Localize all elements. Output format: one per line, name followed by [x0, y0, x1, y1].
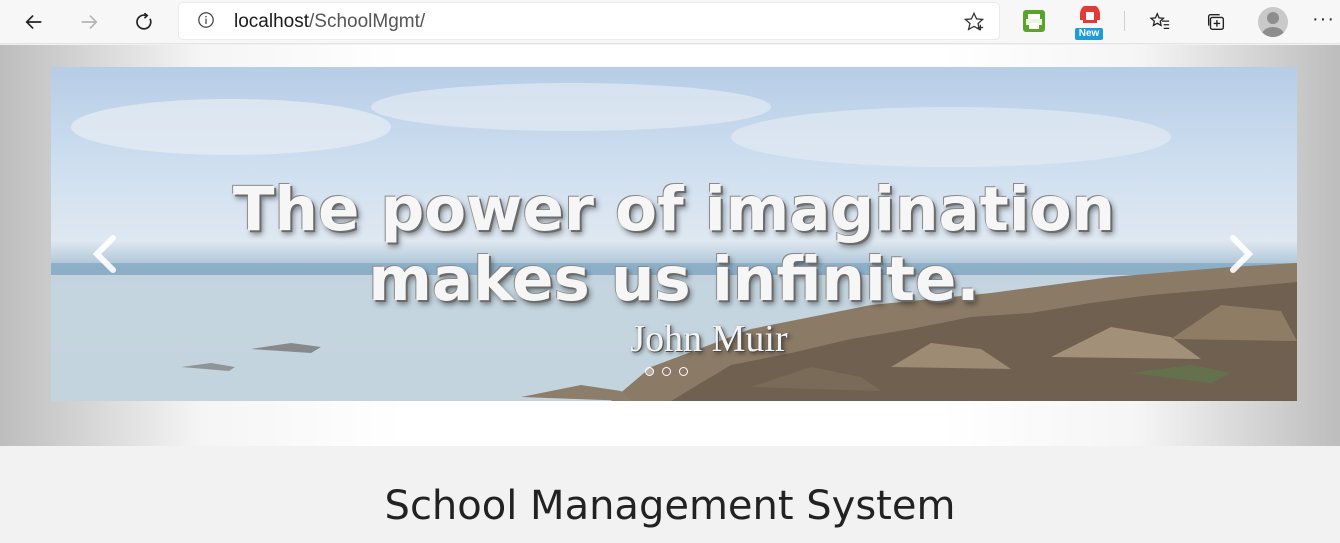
url-text[interactable]: localhost/SchoolMgmt/ [234, 12, 425, 32]
address-bar[interactable]: localhost/SchoolMgmt/ [179, 3, 999, 39]
back-arrow-icon [25, 14, 42, 30]
carousel-indicator-1[interactable] [645, 367, 654, 376]
quote-carousel: The power of imagination makes us infini… [51, 67, 1297, 401]
more-icon: ··· [1312, 8, 1335, 30]
avatar[interactable] [1258, 7, 1288, 37]
chevron-right-icon [1230, 235, 1254, 273]
favorites-icon [1149, 12, 1170, 30]
collections-icon [1207, 13, 1225, 31]
quote-line-2: makes us infinite. [368, 244, 980, 315]
refresh-icon [136, 12, 152, 30]
url-path: /SchoolMgmt/ [309, 11, 426, 32]
quote-line-1: The power of imagination [232, 174, 1116, 245]
print-extension-button[interactable] [1021, 8, 1047, 36]
star-icon[interactable] [963, 11, 985, 33]
info-icon[interactable] [197, 11, 215, 29]
print-extension-icon [1023, 10, 1045, 32]
profile-icon [1261, 12, 1285, 37]
quote-author: John Muir [630, 318, 788, 360]
back-button[interactable] [18, 6, 50, 38]
chevron-left-icon [92, 235, 116, 273]
carousel-indicators [645, 367, 688, 376]
collections-button[interactable] [1200, 6, 1232, 38]
forward-arrow-icon [81, 14, 98, 30]
toolbar-separator [1124, 11, 1125, 31]
url-host: localhost [234, 11, 309, 32]
favorites-button[interactable] [1144, 6, 1176, 38]
carousel-next-button[interactable] [1221, 232, 1261, 276]
new-badge: New [1075, 28, 1103, 40]
carousel-indicator-3[interactable] [679, 367, 688, 376]
carousel-indicator-2[interactable] [662, 367, 671, 376]
browser-toolbar: localhost/SchoolMgmt/ New ··· [0, 0, 1340, 44]
refresh-button[interactable] [128, 6, 160, 38]
carousel-quote: The power of imagination makes us infini… [51, 175, 1297, 315]
new-extension-button[interactable]: New [1074, 4, 1106, 40]
carousel-prev-button[interactable] [85, 232, 125, 276]
forward-button[interactable] [73, 6, 105, 38]
more-button[interactable]: ··· [1312, 8, 1335, 31]
page-title: School Management System [384, 483, 956, 529]
